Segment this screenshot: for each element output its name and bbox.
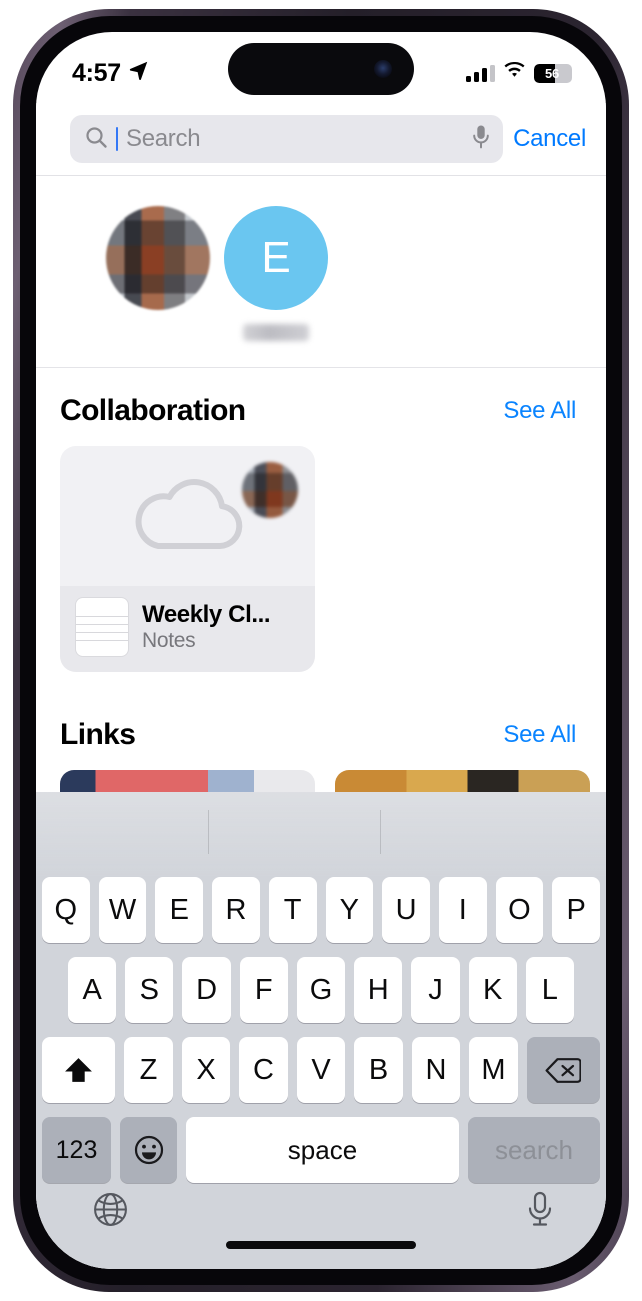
- collaboration-card-title: Weekly Cl...: [142, 601, 271, 628]
- keyboard-rows: Q W E R T Y U I O P A S D F G H J K L Z …: [36, 877, 606, 1183]
- contact-item[interactable]: E: [224, 206, 328, 341]
- key-u[interactable]: U: [382, 877, 430, 943]
- notes-app-icon: [76, 598, 128, 656]
- collaboration-cards: Weekly Cl... Notes: [36, 446, 606, 692]
- key-c[interactable]: C: [239, 1037, 288, 1103]
- key-o[interactable]: O: [495, 877, 544, 943]
- keyboard-row-1: Q W E R T Y U I O P: [41, 877, 601, 943]
- key-q[interactable]: Q: [41, 877, 90, 943]
- home-indicator[interactable]: [226, 1241, 416, 1249]
- cloud-icon: [122, 470, 254, 563]
- contact-item[interactable]: [106, 206, 210, 341]
- text-cursor: [116, 127, 118, 151]
- key-t[interactable]: T: [268, 877, 317, 943]
- location-arrow-icon: [128, 60, 149, 86]
- globe-icon[interactable]: [92, 1191, 129, 1233]
- backspace-delete-icon: [545, 1057, 582, 1084]
- key-d[interactable]: D: [182, 957, 231, 1023]
- keyboard-bottom-bar: [36, 1173, 606, 1269]
- keyboard-row-3: Z X C V B N M: [42, 1037, 600, 1103]
- avatar: [106, 206, 210, 310]
- key-v[interactable]: V: [296, 1037, 346, 1103]
- key-n[interactable]: N: [411, 1037, 461, 1103]
- search-placeholder: Search: [126, 125, 201, 152]
- shift-arrow-icon: [63, 1055, 94, 1086]
- collaboration-card-subtitle: Notes: [142, 629, 196, 652]
- key-y[interactable]: Y: [325, 877, 374, 943]
- status-bar-right: 56: [466, 61, 572, 84]
- phone-screen: 4:57 56 Search Cancel E Collaboration Se…: [36, 32, 606, 1269]
- avatar: E: [224, 206, 328, 310]
- status-time: 4:57: [72, 58, 121, 87]
- onscreen-keyboard: Q W E R T Y U I O P A S D F G H J K L Z …: [36, 792, 606, 1269]
- microphone-icon[interactable]: [471, 124, 491, 155]
- collaboration-card-text: Weekly Cl... Notes: [142, 601, 301, 653]
- key-m[interactable]: M: [469, 1037, 518, 1103]
- backspace-key[interactable]: [526, 1037, 600, 1103]
- battery-icon: 56: [534, 63, 572, 83]
- key-a[interactable]: A: [68, 957, 117, 1023]
- contacts-row: E: [36, 176, 606, 367]
- battery-percent-label: 56: [544, 65, 560, 81]
- key-g[interactable]: G: [296, 957, 346, 1023]
- cancel-button[interactable]: Cancel: [513, 125, 592, 153]
- cellular-bars-icon: [466, 64, 495, 82]
- search-bar-divider: [36, 175, 606, 176]
- links-section-header: Links See All: [36, 692, 606, 770]
- shift-key[interactable]: [42, 1037, 116, 1103]
- screenshot-stage: 4:57 56 Search Cancel E Collaboration Se…: [0, 0, 642, 1301]
- key-w[interactable]: W: [98, 877, 147, 943]
- dynamic-island[interactable]: [228, 43, 414, 95]
- section-title: Collaboration: [60, 394, 246, 427]
- key-x[interactable]: X: [181, 1037, 231, 1103]
- key-b[interactable]: B: [354, 1037, 403, 1103]
- key-i[interactable]: I: [438, 877, 487, 943]
- contact-name-label: [243, 324, 309, 341]
- dictation-microphone-icon[interactable]: [526, 1191, 554, 1234]
- key-l[interactable]: L: [525, 957, 574, 1023]
- key-z[interactable]: Z: [124, 1037, 173, 1103]
- keyboard-blur-overlay: [36, 792, 606, 877]
- search-input[interactable]: Search: [70, 115, 504, 163]
- key-k[interactable]: K: [468, 957, 517, 1023]
- wifi-icon: [503, 61, 526, 84]
- key-j[interactable]: J: [411, 957, 460, 1023]
- collaboration-card[interactable]: Weekly Cl... Notes: [60, 446, 315, 672]
- key-h[interactable]: H: [354, 957, 403, 1023]
- see-all-button-collaboration[interactable]: See All: [503, 397, 576, 425]
- emoji-smiley-icon: [133, 1134, 165, 1166]
- collaboration-card-footer: Weekly Cl... Notes: [60, 586, 315, 672]
- collaboration-section-header: Collaboration See All: [36, 368, 606, 446]
- key-s[interactable]: S: [125, 957, 174, 1023]
- key-p[interactable]: P: [552, 877, 601, 943]
- see-all-button-links[interactable]: See All: [503, 721, 576, 749]
- search-icon: [84, 125, 108, 154]
- key-e[interactable]: E: [155, 877, 204, 943]
- contact-avatar-badge: [242, 462, 298, 518]
- key-f[interactable]: F: [239, 957, 288, 1023]
- search-bar: Search Cancel: [36, 103, 606, 175]
- status-bar-left: 4:57: [72, 59, 149, 88]
- front-camera-icon: [374, 60, 392, 78]
- keyboard-row-2: A S D F G H J K L: [42, 957, 600, 1023]
- section-title: Links: [60, 718, 136, 751]
- key-r[interactable]: R: [212, 877, 260, 943]
- collaboration-preview: [60, 446, 315, 586]
